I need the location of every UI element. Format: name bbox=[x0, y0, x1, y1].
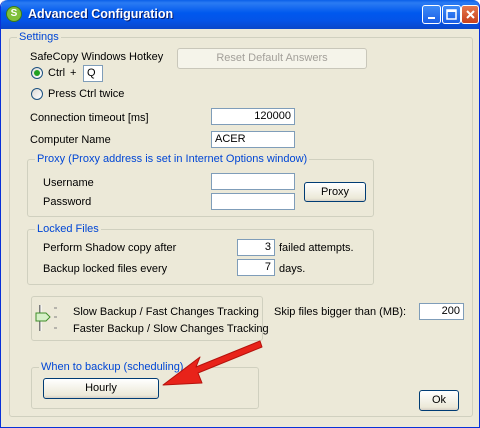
minimize-button[interactable] bbox=[422, 5, 441, 24]
window-title: Advanced Configuration bbox=[28, 7, 174, 21]
username-field[interactable] bbox=[211, 173, 295, 190]
advanced-configuration-window: S Advanced Configuration Settings SafeCo… bbox=[0, 0, 480, 428]
timeout-field[interactable]: 120000 bbox=[211, 108, 295, 125]
days-label: days. bbox=[279, 263, 306, 275]
failed-attempts-label: failed attempts. bbox=[279, 242, 354, 254]
shadow-copy-field[interactable]: 3 bbox=[237, 239, 275, 256]
hotkey-key-field[interactable]: Q bbox=[83, 65, 103, 82]
slow-backup-label: Slow Backup / Fast Changes Tracking bbox=[73, 306, 259, 318]
ctrl-radio[interactable] bbox=[31, 67, 43, 79]
close-button[interactable] bbox=[461, 5, 479, 24]
skip-files-label: Skip files bigger than (MB): bbox=[274, 306, 407, 318]
close-icon bbox=[465, 10, 475, 19]
maximize-button[interactable] bbox=[442, 5, 461, 24]
ctrl-option-label: Ctrl bbox=[48, 67, 66, 79]
ctrl-twice-radio[interactable] bbox=[31, 88, 43, 100]
plus-label: + bbox=[70, 67, 77, 79]
locked-files-legend: Locked Files bbox=[35, 223, 101, 236]
annotation-arrow-icon bbox=[162, 340, 263, 386]
password-label: Password bbox=[43, 196, 92, 208]
ctrl-twice-label: Press Ctrl twice bbox=[48, 88, 125, 100]
reset-default-answers-button[interactable]: Reset Default Answers bbox=[177, 48, 367, 69]
app-icon: S bbox=[6, 6, 22, 22]
minimize-icon bbox=[428, 17, 435, 19]
tracking-slider[interactable] bbox=[34, 300, 62, 336]
locked-files-group: Locked Files bbox=[27, 223, 374, 285]
hourly-button[interactable]: Hourly bbox=[43, 378, 159, 399]
proxy-legend: Proxy (Proxy address is set in Internet … bbox=[35, 153, 310, 166]
password-field[interactable] bbox=[211, 193, 295, 210]
computer-name-field[interactable]: ACER bbox=[211, 131, 295, 148]
backup-locked-field[interactable]: 7 bbox=[237, 259, 275, 276]
maximize-icon bbox=[446, 9, 457, 20]
settings-legend: Settings bbox=[17, 31, 61, 44]
backup-locked-label: Backup locked files every bbox=[43, 263, 168, 275]
title-bar[interactable]: S Advanced Configuration bbox=[1, 0, 479, 29]
computer-name-label: Computer Name bbox=[30, 134, 111, 146]
timeout-label: Connection timeout [ms] bbox=[30, 112, 149, 124]
skip-files-field[interactable]: 200 bbox=[419, 303, 464, 320]
slider-icon bbox=[35, 305, 57, 331]
shadow-copy-label: Perform Shadow copy after bbox=[43, 242, 177, 254]
hotkey-label: SafeCopy Windows Hotkey bbox=[30, 51, 164, 63]
ok-button[interactable]: Ok bbox=[419, 390, 459, 411]
username-label: Username bbox=[43, 177, 94, 189]
proxy-button[interactable]: Proxy bbox=[304, 182, 366, 202]
